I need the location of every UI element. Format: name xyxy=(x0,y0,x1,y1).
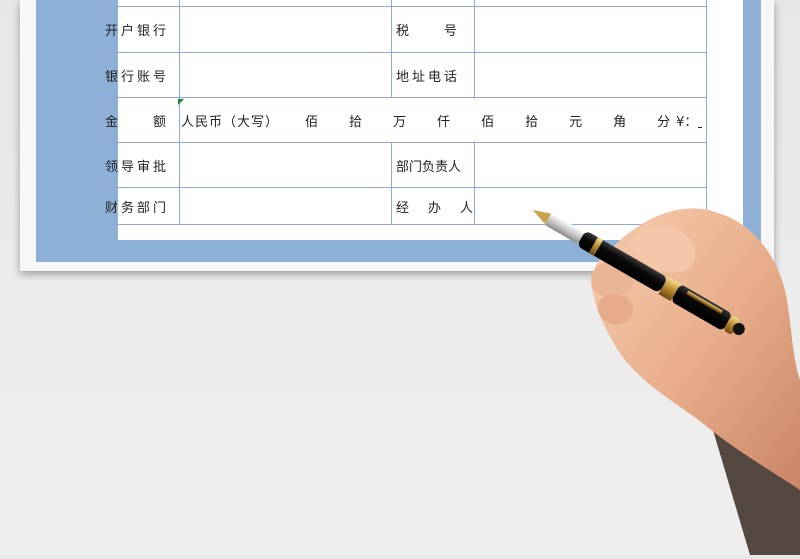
leader-approval-field[interactable] xyxy=(179,142,392,188)
unit-wan: 万 xyxy=(393,114,407,130)
dept-head-field[interactable] xyxy=(474,142,707,188)
unit-yuan: 元 xyxy=(569,114,583,130)
amount-prefix: 人民币（大写） xyxy=(181,114,280,130)
table-row: 开户银行 税 号 xyxy=(100,6,707,53)
tax-id-field[interactable] xyxy=(474,6,707,53)
unit-shi-1: 拾 xyxy=(349,114,363,130)
unit-bai-2: 佰 xyxy=(481,114,495,130)
bank-field[interactable] xyxy=(179,6,392,53)
amount-field[interactable]: 人民币（大写） 佰 拾 万 仟 佰 拾 元 角 分 ¥： xyxy=(179,97,707,143)
unit-fen: 分 xyxy=(657,114,671,130)
bank-label: 开户银行 xyxy=(100,6,180,53)
cell-comment-marker xyxy=(178,99,184,105)
amount-line: 人民币（大写） 佰 拾 万 仟 佰 拾 元 角 分 ¥： xyxy=(181,111,702,130)
amount-blank-line[interactable] xyxy=(698,113,702,128)
tax-id-label: 税 号 xyxy=(391,6,475,53)
table-row: 金 额 人民币（大写） 佰 拾 万 仟 佰 拾 元 角 分 ¥： xyxy=(100,97,707,143)
dept-head-label: 部门负责人 xyxy=(391,142,475,188)
hand-pen-illustration xyxy=(532,208,800,555)
table-row: 领导审批 部门负责人 xyxy=(100,142,707,188)
unit-qian: 仟 xyxy=(437,114,451,130)
account-label: 银行账号 xyxy=(100,52,180,98)
yen-symbol: ¥： xyxy=(676,114,698,130)
handler-label: 经 办 人 xyxy=(391,187,475,225)
unit-bai-1: 佰 xyxy=(305,114,319,130)
amount-label: 金 额 xyxy=(100,97,180,143)
address-phone-field[interactable] xyxy=(474,52,707,98)
finance-dept-label: 财务部门 xyxy=(100,187,180,225)
unit-shi-2: 拾 xyxy=(525,114,539,130)
finance-dept-field[interactable] xyxy=(179,187,392,225)
hand-holding-pen-image xyxy=(520,190,800,555)
table-row: 银行账号 地址电话 xyxy=(100,52,707,98)
address-phone-label: 地址电话 xyxy=(391,52,475,98)
unit-jiao: 角 xyxy=(613,114,627,130)
leader-approval-label: 领导审批 xyxy=(100,142,180,188)
account-field[interactable] xyxy=(179,52,392,98)
